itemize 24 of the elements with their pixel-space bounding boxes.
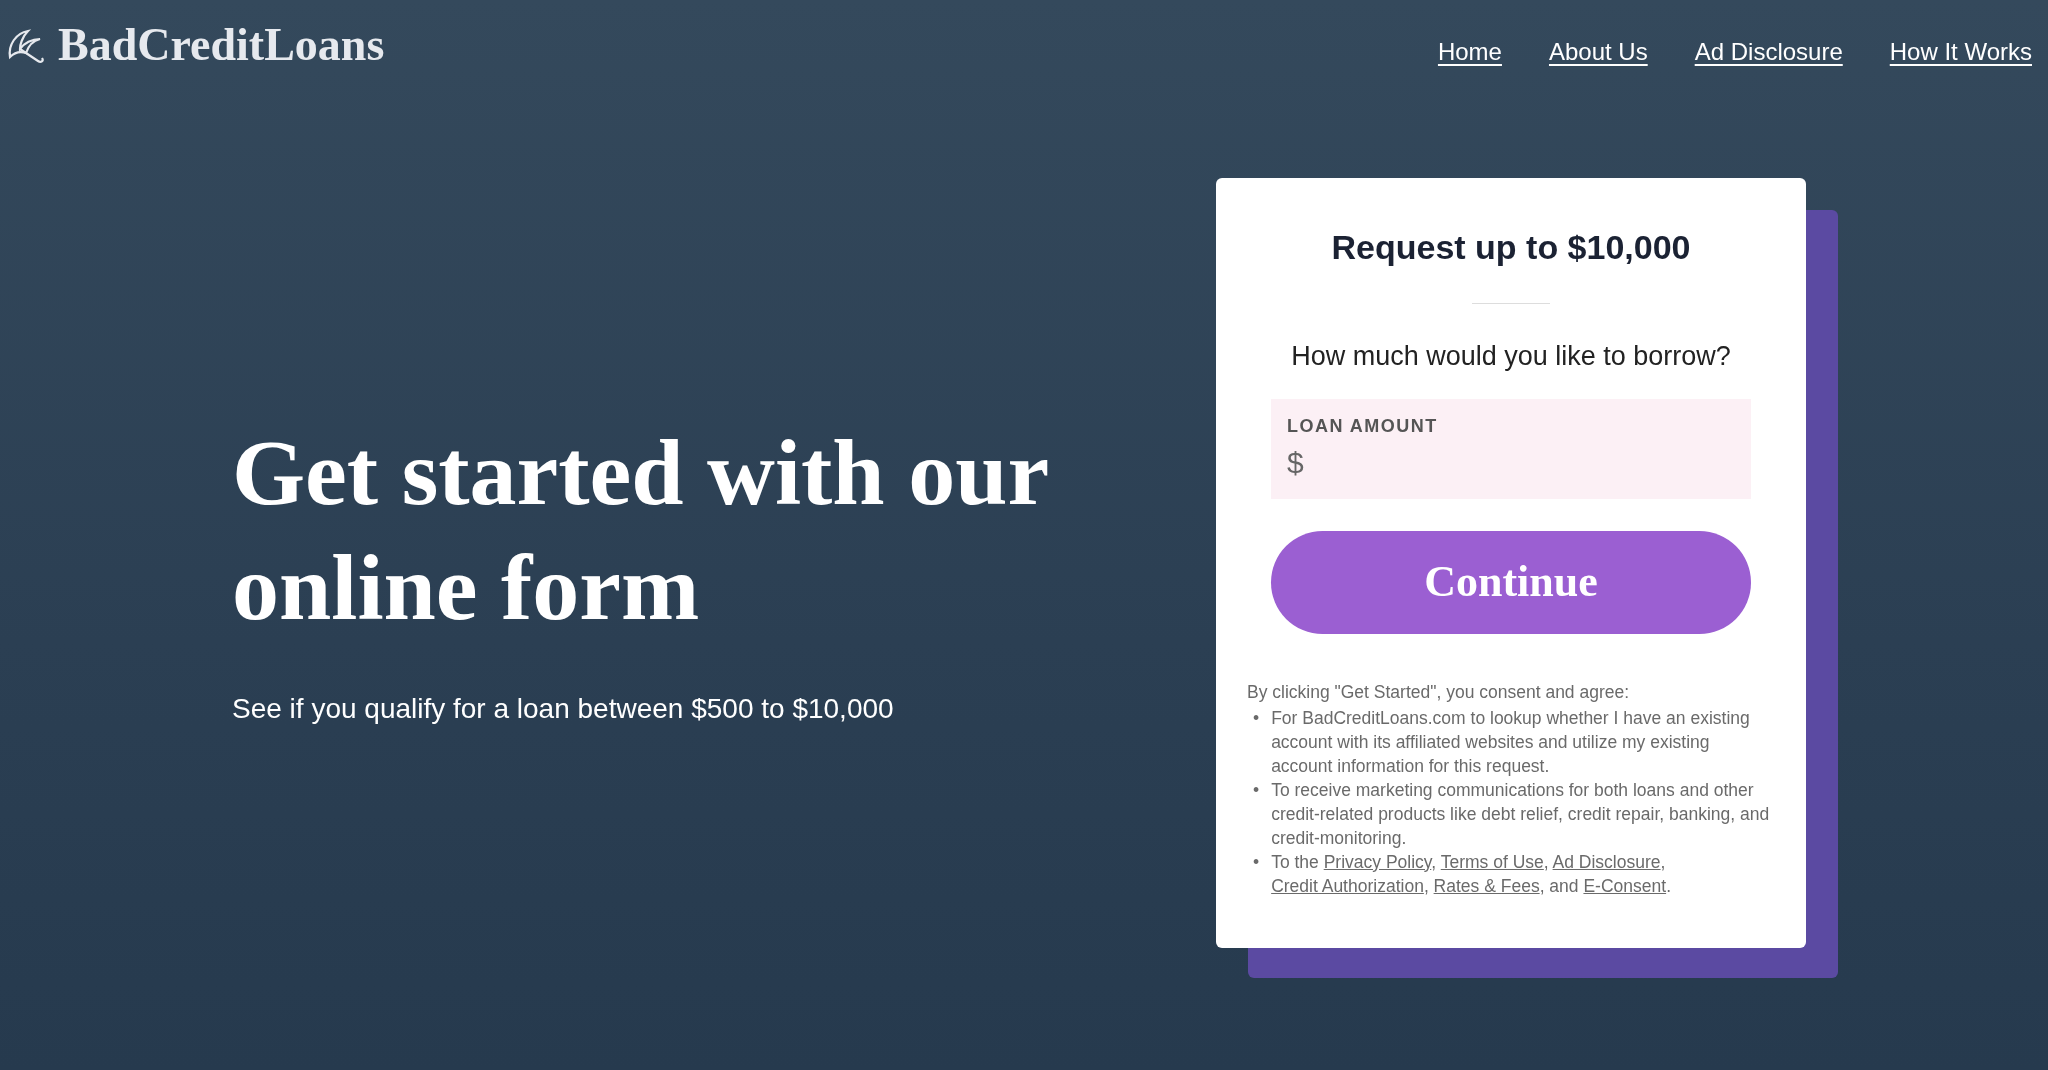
consent-item: To receive marketing communications for both loans and other credit-related products like debt relief, credit repair, banking, and credit-monitoring. <box>1271 778 1771 850</box>
hero-subtitle: See if you qualify for a loan between $500 to $10,000 <box>232 692 895 727</box>
policy-link[interactable]: Rates & Fees <box>1433 875 1540 896</box>
policy-link[interactable]: Credit Authorization <box>1271 875 1424 896</box>
consent-intro: By clicking "Get Started", you consent and agree: <box>1247 680 1631 704</box>
policy-link[interactable]: Privacy Policy <box>1323 851 1432 872</box>
nav-link[interactable]: How It Works <box>1889 34 2032 70</box>
nav-link[interactable]: Ad Disclosure <box>1694 34 1843 70</box>
consent-item: For BadCreditLoans.com to lookup whether I have an existing account with its affiliated websites and utilize my existing account information for this request. <box>1271 706 1751 778</box>
policy-link[interactable]: Terms of Use <box>1440 851 1544 872</box>
loan-amount-field[interactable]: LOAN AMOUNT $ <box>1271 398 1751 499</box>
consent-item: To the Privacy Policy, Terms of Use, Ad Disclosure, Credit Authorization, Rates & Fees, and E-Consent. <box>1271 850 1672 898</box>
logo-text: BadCreditLoans <box>58 22 385 68</box>
bullet-mark: • <box>1253 850 1260 874</box>
hero-heading: Get started with our online form <box>232 419 1049 641</box>
bullet-mark: • <box>1253 706 1260 730</box>
bullet-mark: • <box>1253 778 1260 802</box>
nav-link[interactable]: Home <box>1437 34 1502 70</box>
form-question: How much would you like to borrow? <box>1290 340 1732 373</box>
form-title: Request up to $10,000 <box>1330 227 1692 268</box>
policy-link[interactable]: Ad Disclosure <box>1552 851 1661 872</box>
continue-button[interactable]: Continue <box>1271 530 1751 634</box>
nav-link[interactable]: About Us <box>1548 34 1648 70</box>
policy-link[interactable]: E-Consent <box>1583 875 1667 896</box>
